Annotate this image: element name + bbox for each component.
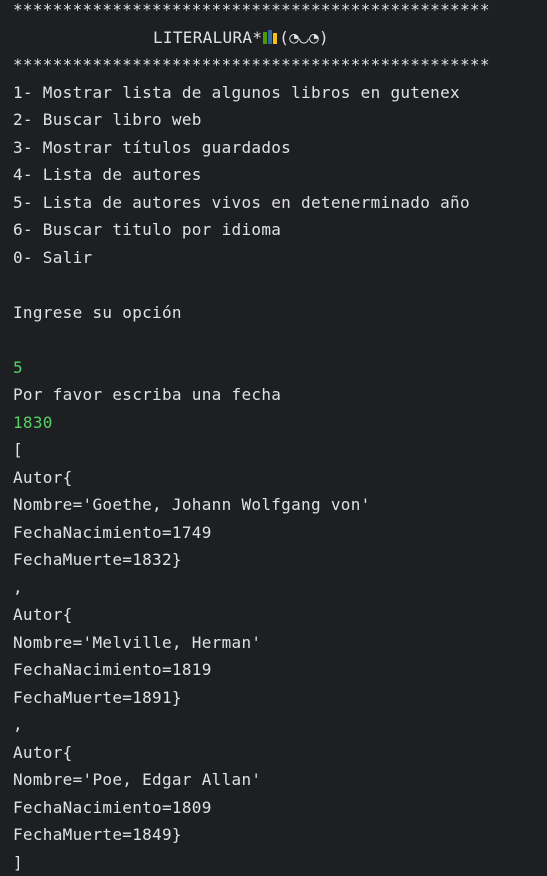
menu-item-3: 3- Mostrar títulos guardados: [13, 134, 543, 162]
menu-item-2: 2- Buscar libro web: [13, 106, 543, 134]
author-nombre: Nombre='Melville, Herman': [13, 629, 543, 657]
header-border-bottom: ****************************************…: [13, 51, 543, 79]
author-muerte: FechaMuerte=1891}: [13, 684, 543, 712]
list-separator: ,: [13, 711, 543, 739]
console-output: ****************************************…: [13, 0, 543, 876]
author-nacimiento: FechaNacimiento=1819: [13, 656, 543, 684]
option-prompt: Ingrese su opción: [13, 299, 543, 327]
menu-item-5: 5- Lista de autores vivos en detenermina…: [13, 189, 543, 217]
author-open: Autor{: [13, 601, 543, 629]
user-date-input[interactable]: 1830: [13, 409, 543, 437]
app-title-text: LITERALURA*: [153, 28, 262, 47]
author-nacimiento: FechaNacimiento=1809: [13, 794, 543, 822]
header-border-top: ****************************************…: [13, 0, 543, 24]
user-option-input[interactable]: 5: [13, 354, 543, 382]
menu-item-4: 4- Lista de autores: [13, 161, 543, 189]
author-muerte: FechaMuerte=1849}: [13, 821, 543, 849]
author-nacimiento: FechaNacimiento=1749: [13, 519, 543, 547]
author-nombre: Nombre='Goethe, Johann Wolfgang von': [13, 491, 543, 519]
blank-line: [13, 271, 543, 299]
menu-item-0: 0- Salir: [13, 244, 543, 272]
menu-item-1: 1- Mostrar lista de algunos libros en gu…: [13, 79, 543, 107]
list-open-bracket: [: [13, 436, 543, 464]
list-close-bracket: ]: [13, 849, 543, 876]
kaomoji: (◔◡◔): [279, 28, 329, 47]
author-nombre: Nombre='Poe, Edgar Allan': [13, 766, 543, 794]
author-muerte: FechaMuerte=1832}: [13, 546, 543, 574]
blank-line: [13, 326, 543, 354]
date-prompt: Por favor escriba una fecha: [13, 381, 543, 409]
app-title: LITERALURA* (◔◡◔): [13, 24, 543, 52]
menu-item-6: 6- Buscar titulo por idioma: [13, 216, 543, 244]
author-open: Autor{: [13, 464, 543, 492]
books-icon: [263, 30, 277, 44]
list-separator: ,: [13, 574, 543, 602]
author-open: Autor{: [13, 739, 543, 767]
